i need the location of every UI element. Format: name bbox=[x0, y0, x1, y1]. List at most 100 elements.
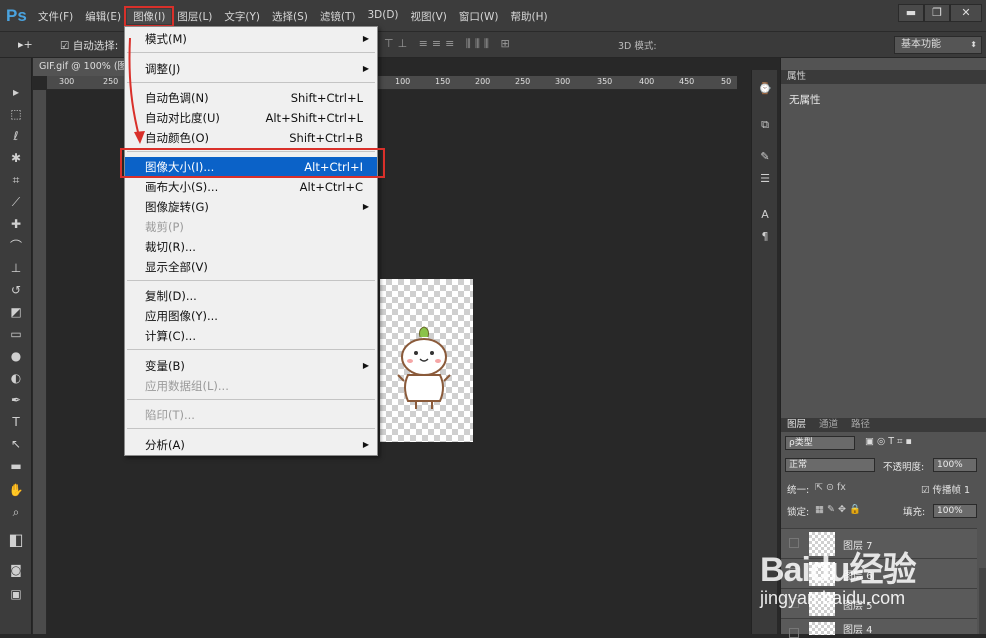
blur-tool-icon[interactable]: ● bbox=[5, 346, 27, 366]
lock-icons[interactable]: ▦ ✎ ✥ 🔒 bbox=[815, 504, 861, 515]
menu-item-label: 应用图像(Y)... bbox=[145, 309, 218, 323]
ruler-label: 400 bbox=[639, 77, 655, 86]
type-tool-icon[interactable]: T bbox=[5, 412, 27, 432]
document-image[interactable] bbox=[380, 279, 473, 442]
pen-tool-icon[interactable]: ✒ bbox=[5, 390, 27, 410]
menu-file[interactable]: 文件(F) bbox=[32, 9, 79, 24]
document-tab[interactable]: GIF.gif @ 100% (图 bbox=[33, 58, 133, 76]
menu-item-label: 调整(J) bbox=[145, 62, 181, 76]
menu-separator bbox=[127, 280, 375, 281]
move-tool-icon[interactable]: ▸ bbox=[5, 82, 27, 102]
menu-item-label: 图像旋转(G) bbox=[145, 200, 209, 214]
menu-filter[interactable]: 滤镜(T) bbox=[314, 9, 362, 24]
menu-item-auto-tone[interactable]: 自动色调(N) Shift+Ctrl+L bbox=[125, 88, 377, 108]
menu-image[interactable]: 图像(I) bbox=[124, 6, 175, 27]
move-tool-preset[interactable]: ▸+ bbox=[18, 38, 33, 51]
menu-item-variables[interactable]: 变量(B) ▶ bbox=[125, 356, 377, 376]
eyedropper-icon[interactable]: ⟋ bbox=[5, 192, 27, 212]
gradient-tool-icon[interactable]: ▭ bbox=[5, 324, 27, 344]
menu-item-shortcut: Alt+Ctrl+C bbox=[299, 180, 363, 194]
menu-window[interactable]: 窗口(W) bbox=[453, 9, 505, 24]
menu-3d[interactable]: 3D(D) bbox=[361, 9, 404, 24]
shape-tool-icon[interactable]: ▬ bbox=[5, 456, 27, 476]
ruler-label: 450 bbox=[679, 77, 695, 86]
layer-row[interactable]: 图层 4 bbox=[781, 618, 977, 638]
brush-presets-icon[interactable]: ☰ bbox=[756, 170, 774, 188]
minimize-button[interactable]: ▬ bbox=[898, 4, 924, 22]
hand-tool-icon[interactable]: ✋ bbox=[5, 480, 27, 500]
paragraph-panel-icon[interactable]: ¶ bbox=[756, 228, 774, 246]
filter-icons[interactable]: ▣ ◎ T ⌗ ▪ bbox=[865, 436, 912, 447]
brush-tool-icon[interactable]: ⌒ bbox=[5, 236, 27, 256]
menu-separator bbox=[127, 399, 375, 400]
dodge-tool-icon[interactable]: ◐ bbox=[5, 368, 27, 388]
lasso-tool-icon[interactable]: ℓ bbox=[5, 126, 27, 146]
ruler-label: 250 bbox=[103, 77, 119, 86]
properties-panel-title[interactable]: 属性 bbox=[781, 70, 986, 84]
crop-tool-icon[interactable]: ⌗ bbox=[5, 170, 27, 190]
tab-layers[interactable]: 图层 bbox=[787, 418, 806, 432]
menu-select[interactable]: 选择(S) bbox=[266, 9, 314, 24]
screen-mode-icon[interactable]: ▣ bbox=[5, 584, 27, 604]
visibility-toggle[interactable] bbox=[789, 628, 799, 638]
menu-type[interactable]: 文字(Y) bbox=[218, 9, 266, 24]
character-panel-icon[interactable]: A bbox=[756, 206, 774, 224]
workspace-select[interactable]: 基本功能 ⬍ bbox=[894, 36, 982, 54]
properties-panel: 无属性 bbox=[781, 88, 986, 412]
submenu-arrow-icon: ▶ bbox=[362, 440, 369, 449]
layers-scrollbar[interactable] bbox=[979, 568, 986, 634]
unify-icons[interactable]: ⇱ ⊙ fx bbox=[815, 482, 846, 493]
blend-mode-select[interactable]: 正常 bbox=[785, 458, 875, 472]
menu-item-analysis[interactable]: 分析(A) ▶ bbox=[125, 435, 377, 455]
menu-item-reveal-all[interactable]: 显示全部(V) bbox=[125, 257, 377, 277]
actions-panel-icon[interactable]: ⧉ bbox=[756, 116, 774, 134]
layer-filter-select[interactable]: ρ类型 bbox=[785, 436, 855, 450]
healing-brush-icon[interactable]: ✚ bbox=[5, 214, 27, 234]
restore-button[interactable]: ❐ bbox=[924, 4, 950, 22]
brush-panel-icon[interactable]: ✎ bbox=[756, 148, 774, 166]
menu-item-canvas-size[interactable]: 画布大小(S)... Alt+Ctrl+C bbox=[125, 177, 377, 197]
marquee-tool-icon[interactable]: ⬚ bbox=[5, 104, 27, 124]
menu-item-trim[interactable]: 裁切(R)... bbox=[125, 237, 377, 257]
history-panel-icon[interactable]: ⌚ bbox=[756, 80, 774, 98]
menu-item-apply-image[interactable]: 应用图像(Y)... bbox=[125, 306, 377, 326]
menu-layer[interactable]: 图层(L) bbox=[171, 9, 218, 24]
menu-item-auto-contrast[interactable]: 自动对比度(U) Alt+Shift+Ctrl+L bbox=[125, 108, 377, 128]
tab-channels[interactable]: 通道 bbox=[819, 418, 838, 432]
fill-input[interactable]: 100% bbox=[933, 504, 977, 518]
history-brush-icon[interactable]: ↺ bbox=[5, 280, 27, 300]
close-button[interactable]: ✕ bbox=[950, 4, 982, 22]
ruler-label: 300 bbox=[59, 77, 75, 86]
menu-view[interactable]: 视图(V) bbox=[405, 9, 453, 24]
quick-mask-icon[interactable]: ◙ bbox=[5, 560, 27, 580]
opacity-input[interactable]: 100% bbox=[933, 458, 977, 472]
properties-content: 无属性 bbox=[789, 94, 821, 106]
clone-stamp-icon[interactable]: ⊥ bbox=[5, 258, 27, 278]
magic-wand-icon[interactable]: ✱ bbox=[5, 148, 27, 168]
photoshop-logo: Ps bbox=[6, 6, 27, 25]
menu-item-label: 分析(A) bbox=[145, 438, 185, 452]
layer-thumbnail bbox=[809, 622, 835, 635]
path-select-icon[interactable]: ↖ bbox=[5, 434, 27, 454]
submenu-arrow-icon: ▶ bbox=[362, 64, 369, 73]
menu-item-image-rotation[interactable]: 图像旋转(G) ▶ bbox=[125, 197, 377, 217]
eraser-icon[interactable]: ◩ bbox=[5, 302, 27, 322]
menu-item-mode[interactable]: 模式(M) ▶ bbox=[125, 29, 377, 49]
menu-separator bbox=[127, 82, 375, 83]
color-swatch-icon[interactable]: ◧ bbox=[5, 530, 27, 550]
menu-item-calculations[interactable]: 计算(C)... bbox=[125, 326, 377, 346]
tab-paths[interactable]: 路径 bbox=[851, 418, 870, 432]
lock-row: 锁定: ▦ ✎ ✥ 🔒 填充: 100% bbox=[785, 504, 981, 520]
menu-item-duplicate[interactable]: 复制(D)... bbox=[125, 286, 377, 306]
propagate-frame-checkbox[interactable]: ☑ 传播帧 1 bbox=[921, 482, 970, 496]
ruler-label: 200 bbox=[475, 77, 491, 86]
align-distribute-icons[interactable]: ⊤⊥ ≡≡≡ ⫼⫼⫼ ⊞ bbox=[384, 37, 514, 51]
menu-help[interactable]: 帮助(H) bbox=[505, 9, 554, 24]
zoom-tool-icon[interactable]: ⌕ bbox=[5, 502, 27, 522]
menu-item-adjustments[interactable]: 调整(J) ▶ bbox=[125, 59, 377, 79]
menu-item-auto-color[interactable]: 自动颜色(O) Shift+Ctrl+B bbox=[125, 128, 377, 148]
auto-select-checkbox[interactable]: ☑ 自动选择: bbox=[60, 38, 118, 53]
menu-edit[interactable]: 编辑(E) bbox=[79, 9, 127, 24]
workspace-label: 基本功能 bbox=[901, 39, 941, 50]
menu-item-label: 自动色调(N) bbox=[145, 91, 209, 105]
